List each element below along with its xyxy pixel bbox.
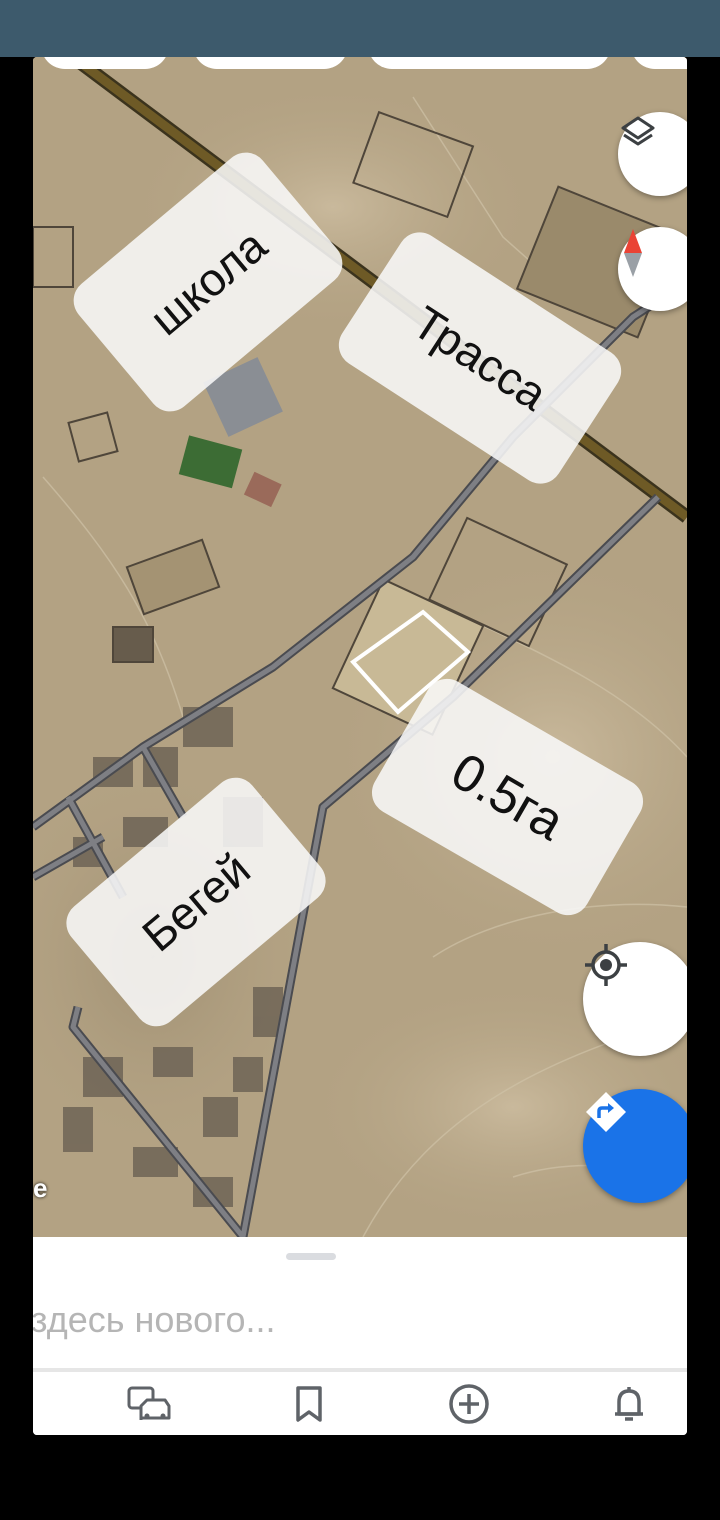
sheet-drag-handle[interactable] [286, 1253, 336, 1260]
area-label-text: 0.5га [441, 742, 574, 852]
commute-icon [127, 1386, 171, 1420]
bottom-sheet[interactable]: здесь нового... [33, 1237, 687, 1372]
my-location-button[interactable] [583, 942, 687, 1056]
sheet-title: здесь нового... [33, 1299, 276, 1340]
directions-icon [586, 1092, 626, 1132]
contribute-icon [449, 1384, 489, 1424]
compass-icon [624, 229, 642, 277]
status-bar [0, 0, 720, 57]
village-label-text: Бегей [132, 842, 260, 962]
satellite-map[interactable]: школа Трасса 0.5га Бегей e [33, 57, 687, 1237]
saved-icon [296, 1386, 322, 1422]
filter-chip[interactable] [368, 57, 611, 69]
my-location-icon [585, 944, 627, 986]
nav-commute[interactable] [125, 1384, 173, 1424]
maps-app: школа Трасса 0.5га Бегей e здесь нового.… [33, 57, 687, 1435]
nav-saved[interactable] [285, 1384, 333, 1424]
highway-label-text: Трасса [403, 295, 557, 421]
updates-icon [615, 1387, 643, 1421]
map-imagery [33, 57, 687, 1237]
nav-contribute[interactable] [445, 1384, 493, 1424]
filter-chip[interactable] [193, 57, 348, 69]
school-label-text: школа [139, 218, 277, 346]
filter-chip[interactable] [41, 57, 169, 69]
directions-button[interactable] [583, 1089, 687, 1203]
map-attribution: e [33, 1173, 48, 1203]
nav-updates[interactable] [605, 1384, 653, 1424]
bottom-navigation [33, 1372, 687, 1435]
layers-icon [621, 116, 655, 146]
